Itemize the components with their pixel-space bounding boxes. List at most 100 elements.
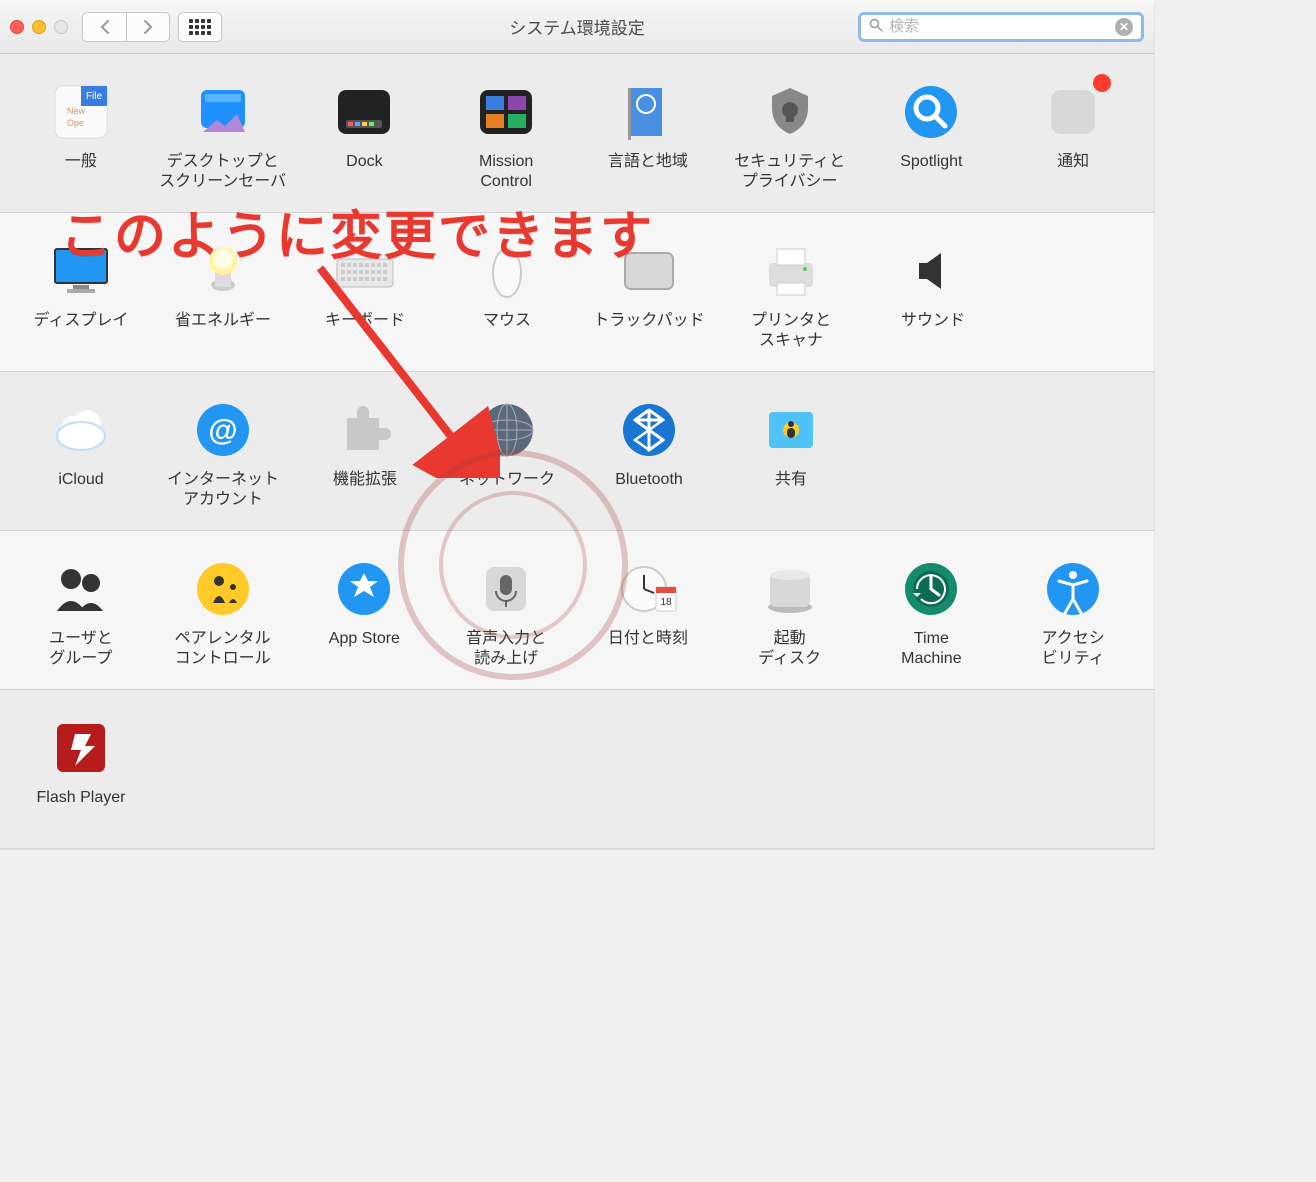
svg-text:18: 18 [660, 597, 672, 608]
notification-badge [1093, 74, 1111, 92]
appstore-icon [330, 555, 398, 623]
chevron-right-icon [142, 19, 154, 35]
extensions-icon [331, 396, 399, 464]
pref-flash[interactable]: Flash Player [10, 710, 152, 834]
dock-icon [330, 78, 398, 146]
security-icon [756, 78, 824, 146]
sharing-icon [757, 396, 825, 464]
pref-energy[interactable]: 省エネルギー [152, 233, 294, 357]
svg-text:File: File [86, 91, 103, 102]
pref-label: 音声入力と読み上げ [466, 629, 546, 671]
pref-label: 共有 [775, 470, 807, 512]
pref-general[interactable]: FileNewOpe一般 [10, 74, 152, 198]
pref-label: Flash Player [37, 788, 126, 830]
search-field[interactable]: ✕ [858, 12, 1144, 42]
pref-section-3: ユーザとグループペアレンタルコントロール App Store 音声入力と読み上げ 18… [0, 531, 1154, 690]
pref-label: トラックパッド [593, 311, 704, 353]
bluetooth-icon [615, 396, 683, 464]
internet-icon: @ [189, 396, 257, 464]
system-preferences-window: システム環境設定 ✕ FileNewOpe一般デスクトップとスクリーンセーバDo… [0, 0, 1154, 849]
pref-startup[interactable]: 起動ディスク [719, 551, 861, 675]
sound-icon [899, 237, 967, 305]
pref-label: 日付と時刻 [608, 629, 688, 671]
pref-label: インターネットアカウント [167, 470, 279, 512]
pref-parental[interactable]: ペアレンタルコントロール [152, 551, 294, 675]
pref-desktop[interactable]: デスクトップとスクリーンセーバ [152, 74, 294, 198]
spotlight-icon [897, 78, 965, 146]
pref-extensions[interactable]: 機能拡張 [294, 392, 436, 516]
flash-icon [47, 714, 115, 782]
pref-section-1: ディスプレイ 省エネルギー キーボードマウストラックパッドプリンタとスキャナサウンド [0, 213, 1154, 372]
pref-mission[interactable]: MissionControl [435, 74, 577, 198]
datetime-icon: 18 [614, 555, 682, 623]
pref-dictation[interactable]: 音声入力と読み上げ [435, 551, 577, 675]
pref-bluetooth[interactable]: Bluetooth [578, 392, 720, 516]
traffic-lights [10, 20, 68, 34]
language-icon [614, 78, 682, 146]
pref-internet[interactable]: @ インターネットアカウント [152, 392, 294, 516]
pref-label: キーボード [325, 311, 405, 353]
pref-trackpad[interactable]: トラックパッド [578, 233, 720, 357]
notifications-icon [1039, 78, 1107, 146]
pref-label: Bluetooth [615, 470, 683, 512]
pref-label: TimeMachine [901, 629, 961, 671]
pref-security[interactable]: セキュリティとプライバシー [719, 74, 861, 198]
pref-network[interactable]: ネットワーク [436, 392, 578, 516]
pref-displays[interactable]: ディスプレイ [10, 233, 152, 357]
pref-section-4: Flash Player [0, 690, 1154, 849]
pref-accessibility[interactable]: アクセシビリティ [1002, 551, 1144, 675]
timemachine-icon [897, 555, 965, 623]
pref-label: Spotlight [900, 152, 962, 194]
pref-keyboard[interactable]: キーボード [294, 233, 436, 357]
dictation-icon [472, 555, 540, 623]
pref-label: App Store [329, 629, 400, 671]
show-all-button[interactable] [178, 12, 222, 42]
network-icon [473, 396, 541, 464]
search-input[interactable] [889, 18, 1115, 35]
pref-spotlight[interactable]: Spotlight [861, 74, 1003, 198]
pref-label: 言語と地域 [608, 152, 688, 194]
forward-button[interactable] [126, 12, 170, 42]
svg-text:Ope: Ope [67, 118, 84, 128]
pref-label: 通知 [1057, 152, 1089, 194]
pref-appstore[interactable]: App Store [294, 551, 436, 675]
pref-label: 省エネルギー [175, 311, 271, 353]
desktop-icon [189, 78, 257, 146]
grid-icon [189, 19, 211, 35]
pref-label: セキュリティとプライバシー [734, 152, 845, 194]
pref-label: アクセシビリティ [1042, 629, 1105, 671]
pref-timemachine[interactable]: TimeMachine [861, 551, 1003, 675]
window-title: システム環境設定 [509, 14, 645, 39]
pref-users[interactable]: ユーザとグループ [10, 551, 152, 675]
nav-buttons [82, 12, 170, 42]
pref-printers[interactable]: プリンタとスキャナ [720, 233, 862, 357]
pref-sharing[interactable]: 共有 [720, 392, 862, 516]
pref-label: Dock [346, 152, 382, 194]
pref-dock[interactable]: Dock [294, 74, 436, 198]
mission-icon [472, 78, 540, 146]
back-button[interactable] [82, 12, 126, 42]
trackpad-icon [615, 237, 683, 305]
mouse-icon [473, 237, 541, 305]
minimize-button[interactable] [32, 20, 46, 34]
accessibility-icon [1039, 555, 1107, 623]
pref-sound[interactable]: サウンド [862, 233, 1004, 357]
pref-icloud[interactable]: iCloud [10, 392, 152, 516]
pref-label: 機能拡張 [333, 470, 397, 512]
pref-datetime[interactable]: 18 日付と時刻 [577, 551, 719, 675]
pref-mouse[interactable]: マウス [436, 233, 578, 357]
pref-label: ネットワーク [459, 470, 555, 512]
maximize-button[interactable] [54, 20, 68, 34]
clear-icon[interactable]: ✕ [1115, 18, 1133, 36]
pref-label: 一般 [65, 152, 97, 194]
printers-icon [757, 237, 825, 305]
pref-notifications[interactable]: 通知 [1002, 74, 1144, 198]
pref-label: ディスプレイ [34, 311, 129, 353]
pref-label: iCloud [58, 470, 103, 512]
keyboard-icon [331, 237, 399, 305]
energy-icon [189, 237, 257, 305]
chevron-left-icon [99, 19, 111, 35]
titlebar: システム環境設定 ✕ [0, 0, 1154, 54]
close-button[interactable] [10, 20, 24, 34]
pref-language[interactable]: 言語と地域 [577, 74, 719, 198]
